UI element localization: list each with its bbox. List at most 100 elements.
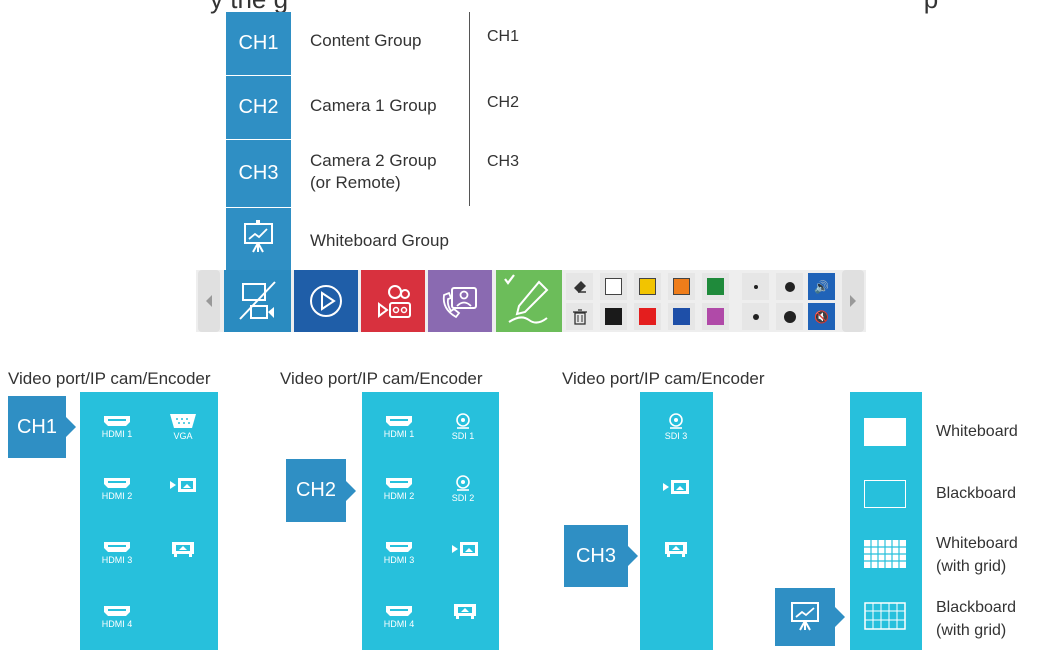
port-label: HDMI 1 xyxy=(383,429,415,439)
port-label: HDMI 1 xyxy=(101,429,133,439)
board-label-line: Blackboard xyxy=(936,485,1017,502)
port-label: HDMI 4 xyxy=(101,619,133,629)
volume-on-button[interactable]: 🔊 xyxy=(808,273,835,300)
eraser-icon xyxy=(573,280,586,293)
presentation-board-icon xyxy=(244,220,273,253)
sdi-icon xyxy=(669,413,683,429)
header-partial-text: y the g p p xyxy=(210,0,1044,15)
vga-icon xyxy=(170,414,196,428)
color-red-swatch[interactable] xyxy=(634,303,661,330)
pen-size-large-button[interactable] xyxy=(776,273,803,300)
camera2-group-label: Camera 2 Group (or Remote) xyxy=(310,150,437,194)
board-label-line2: (with grid) xyxy=(936,558,1007,575)
ch3-tile: CH3 xyxy=(226,140,291,207)
port-label: HDMI 4 xyxy=(383,619,415,629)
ch2-badge-label: CH2 xyxy=(295,479,336,501)
encoder-port xyxy=(438,602,492,620)
pen-icon xyxy=(504,274,549,324)
caption-col1: Video port/IP cam/Encoder xyxy=(8,369,211,388)
whiteboard-option xyxy=(864,418,906,446)
chevron-right-icon xyxy=(850,295,856,307)
ch2-channel-label: CH2 xyxy=(487,94,520,111)
color-black-swatch[interactable] xyxy=(600,303,627,330)
pen-size-small-button[interactable] xyxy=(742,273,769,300)
board-label-line2: (with grid) xyxy=(936,622,1007,639)
ch2-tile: CH2 xyxy=(226,76,291,139)
ch1-badge-label: CH1 xyxy=(16,415,57,438)
eraser-button[interactable] xyxy=(566,273,593,300)
hdmi-icon xyxy=(104,606,130,616)
content-group-label: Content Group xyxy=(310,31,422,50)
whiteboard-group-label: Whiteboard Group xyxy=(310,231,449,250)
blackboard-option xyxy=(864,480,906,508)
board-label-line: Whiteboard xyxy=(936,535,1018,552)
clear-button[interactable] xyxy=(566,303,593,330)
layout-camera-button[interactable] xyxy=(224,270,291,332)
ip-camera-port xyxy=(438,540,492,558)
swatch-fill xyxy=(605,308,622,325)
color-green-swatch[interactable] xyxy=(702,273,729,300)
scroll-left-button[interactable] xyxy=(198,270,220,332)
layout-camera-icon xyxy=(238,281,276,320)
color-blue-swatch[interactable] xyxy=(668,303,695,330)
encoder-port xyxy=(156,540,210,558)
color-yellow-swatch[interactable] xyxy=(634,273,661,300)
pen-size-xlarge-button[interactable] xyxy=(776,303,803,330)
blackboard-grid-option xyxy=(864,602,906,630)
board-label-line: Whiteboard xyxy=(936,423,1018,440)
ip-camera-port xyxy=(649,478,703,496)
encoder-icon xyxy=(454,604,476,619)
port-hdmi1: HDMI 1 xyxy=(372,414,426,439)
ip-camera-icon xyxy=(170,478,196,492)
port-label: VGA xyxy=(173,431,193,441)
play-icon xyxy=(310,285,342,317)
port-label: HDMI 3 xyxy=(383,555,415,565)
ch1-channel-label: CH1 xyxy=(487,28,520,45)
port-hdmi3: HDMI 3 xyxy=(90,540,144,565)
caption-col2: Video port/IP cam/Encoder xyxy=(280,369,483,388)
channel-divider xyxy=(469,12,470,206)
ch3-badge: CH3 xyxy=(564,525,638,587)
dot-medium-icon xyxy=(752,313,759,320)
call-contact-button[interactable] xyxy=(428,270,492,332)
color-white-swatch[interactable] xyxy=(600,273,627,300)
volume-mute-button[interactable]: 🔇 xyxy=(808,303,835,330)
record-icon xyxy=(378,285,411,318)
swatch-fill xyxy=(639,278,656,295)
port-hdmi2: HDMI 2 xyxy=(90,476,144,501)
blackboard-grid-label: Blackboard (with grid) xyxy=(936,596,1016,642)
port-label: HDMI 2 xyxy=(101,491,133,501)
ch2-badge: CH2 xyxy=(286,459,356,522)
port-hdmi1: HDMI 1 xyxy=(90,414,144,439)
swatch-fill xyxy=(639,308,656,325)
swatch-fill xyxy=(673,278,690,295)
play-button[interactable] xyxy=(294,270,358,332)
pen-button[interactable] xyxy=(496,270,562,332)
pen-size-medium-button[interactable] xyxy=(742,303,769,330)
ch3-badge-label: CH3 xyxy=(575,544,616,567)
sdi-icon xyxy=(456,413,470,429)
record-button[interactable] xyxy=(361,270,425,332)
swatch-fill xyxy=(707,278,724,295)
dot-small-icon xyxy=(753,284,758,289)
encoder-port xyxy=(649,540,703,558)
swatch-fill xyxy=(707,308,724,325)
call-contact-icon xyxy=(442,287,477,319)
color-orange-swatch[interactable] xyxy=(668,273,695,300)
port-hdmi4: HDMI 4 xyxy=(372,604,426,629)
dot-large-icon xyxy=(784,281,795,292)
scroll-right-button[interactable] xyxy=(842,270,864,332)
board-label-line: Blackboard xyxy=(936,599,1017,616)
whiteboard-grid-option xyxy=(864,540,906,568)
encoder-icon xyxy=(172,542,194,557)
port-label: HDMI 3 xyxy=(101,555,133,565)
chevron-left-icon xyxy=(206,295,212,307)
dot-xlarge-icon xyxy=(783,310,796,323)
swatch-fill xyxy=(673,308,690,325)
encoder-icon xyxy=(665,542,687,557)
color-purple-swatch[interactable] xyxy=(702,303,729,330)
hdmi-icon xyxy=(386,416,412,426)
hdmi-icon xyxy=(386,542,412,552)
camera1-group-label: Camera 1 Group xyxy=(310,96,437,115)
whiteboard-group-badge xyxy=(775,588,845,646)
